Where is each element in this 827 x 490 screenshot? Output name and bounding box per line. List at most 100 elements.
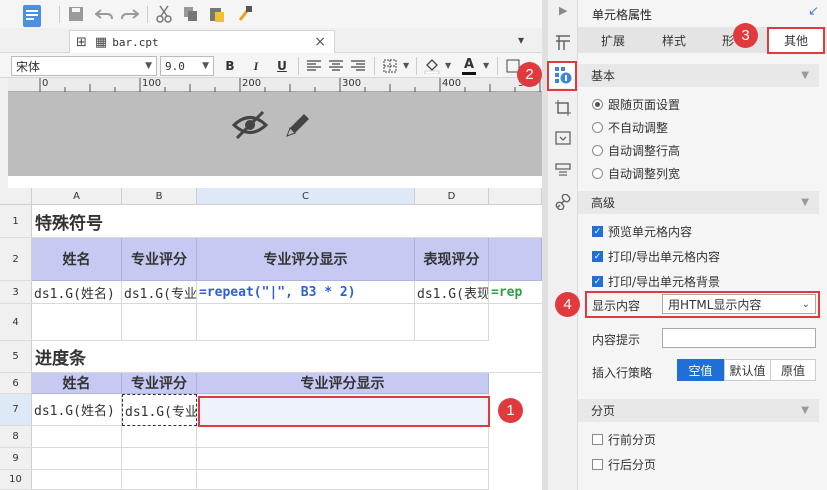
widget-icon[interactable]	[553, 128, 573, 148]
cell-b7[interactable]: ds1.G(专业评分)	[122, 394, 197, 426]
tab-expand[interactable]: 扩展	[601, 32, 625, 49]
cell-d4[interactable]	[415, 304, 489, 341]
cell-a9[interactable]	[32, 448, 122, 470]
cell-c3-formula[interactable]: =repeat("|", B3 * 2)	[197, 281, 415, 304]
content-tip-input[interactable]	[662, 328, 816, 348]
ruler-tick-label: 200	[242, 78, 262, 89]
cell-c4[interactable]	[197, 304, 415, 341]
cell-style-icon[interactable]	[553, 98, 573, 118]
template-icon[interactable]	[20, 3, 44, 29]
underline-button[interactable]: U	[274, 58, 290, 74]
file-tab[interactable]: ⊞ ▦ bar.cpt ×	[69, 30, 335, 53]
chevron-down-icon[interactable]: ▼	[483, 61, 489, 70]
section-advanced[interactable]: 高级 ▼	[578, 191, 819, 214]
cell-b8[interactable]	[122, 426, 197, 448]
section-basic[interactable]: 基本 ▼	[578, 64, 819, 87]
check-page-after[interactable]: 行后分页	[592, 456, 656, 473]
cell-c2-header[interactable]: 专业评分显示	[197, 238, 415, 281]
insert-policy-default[interactable]: 默认值	[724, 359, 771, 381]
font-size-select[interactable]: 9.0 ▼	[160, 56, 214, 76]
cell-a6-header[interactable]: 姓名	[32, 373, 122, 394]
edit-pencil-icon[interactable]	[280, 108, 316, 142]
row-header-2[interactable]: 2	[0, 238, 32, 281]
hyperlink-icon[interactable]	[553, 192, 573, 212]
cell-b4[interactable]	[122, 304, 197, 341]
redo-icon[interactable]	[120, 4, 140, 24]
collapse-arrow-icon[interactable]: ▶	[559, 4, 567, 17]
fill-color-icon[interactable]	[423, 57, 441, 75]
cell-c8[interactable]	[197, 426, 489, 448]
radio-follow-page[interactable]: 跟随页面设置	[592, 96, 680, 113]
check-preview-content[interactable]: ✓ 预览单元格内容	[592, 223, 692, 240]
column-header-b[interactable]: B	[122, 188, 197, 205]
cell-b2-header[interactable]: 专业评分	[122, 238, 197, 281]
undo-icon[interactable]	[94, 4, 114, 24]
row-header-5[interactable]: 5	[0, 341, 32, 373]
condition-icon[interactable]	[553, 160, 573, 180]
cell-b6-header[interactable]: 专业评分	[122, 373, 197, 394]
row-header-6[interactable]: 6	[0, 373, 32, 394]
cell-a5-title[interactable]: 进度条	[32, 341, 542, 373]
row-header-7[interactable]: 7	[0, 394, 32, 426]
tab-style[interactable]: 样式	[662, 32, 686, 49]
format-painter-icon[interactable]	[235, 4, 255, 24]
font-color-button[interactable]: A	[460, 56, 478, 76]
cell-c10[interactable]	[197, 470, 489, 490]
cell-e2-header[interactable]	[489, 238, 542, 281]
column-header-d[interactable]: D	[415, 188, 489, 205]
align-left-icon[interactable]	[306, 58, 322, 74]
cell-a3[interactable]: ds1.G(姓名)	[32, 281, 122, 304]
cell-a1-title[interactable]: 特殊符号	[32, 205, 542, 238]
insert-policy-null[interactable]: 空值	[677, 359, 724, 381]
cell-c9[interactable]	[197, 448, 489, 470]
radio-auto-col-width[interactable]: 自动调整列宽	[592, 165, 680, 182]
cell-a2-header[interactable]: 姓名	[32, 238, 122, 281]
cell-b9[interactable]	[122, 448, 197, 470]
italic-button[interactable]: I	[248, 58, 264, 74]
align-center-icon[interactable]	[328, 58, 344, 74]
cell-a8[interactable]	[32, 426, 122, 448]
cell-e3-formula[interactable]: =rep	[489, 281, 542, 304]
column-header-a[interactable]: A	[32, 188, 122, 205]
check-print-content[interactable]: ✓ 打印/导出单元格内容	[592, 248, 720, 265]
cut-icon[interactable]	[154, 4, 174, 24]
copy-icon[interactable]	[181, 4, 201, 24]
cell-a7[interactable]: ds1.G(姓名)	[32, 394, 122, 426]
check-print-background[interactable]: ✓ 打印/导出单元格背景	[592, 273, 720, 290]
align-right-icon[interactable]	[350, 58, 366, 74]
row-header-9[interactable]: 9	[0, 448, 32, 470]
cell-a10[interactable]	[32, 470, 122, 490]
column-header-e[interactable]	[489, 188, 542, 205]
cell-b3[interactable]: ds1.G(专业评分)	[122, 281, 197, 304]
radio-auto-row-height[interactable]: 自动调整行高	[592, 142, 680, 159]
chevron-down-icon[interactable]: ▼	[445, 61, 451, 70]
corner-cell[interactable]	[0, 188, 32, 205]
report-file-icon: ▦	[94, 34, 108, 50]
column-header-c[interactable]: C	[197, 188, 415, 205]
row-header-3[interactable]: 3	[0, 281, 32, 304]
row-header-1[interactable]: 1	[0, 205, 32, 238]
cell-element-icon[interactable]	[553, 33, 573, 53]
paste-icon[interactable]	[207, 4, 227, 24]
insert-policy-original[interactable]: 原值	[771, 359, 816, 381]
tab-menu-icon[interactable]: ▾	[518, 33, 524, 47]
chevron-down-icon[interactable]: ▼	[403, 61, 409, 70]
cell-d3[interactable]: ds1.G(表现评分)	[415, 281, 489, 304]
check-page-before[interactable]: 行前分页	[592, 431, 656, 448]
bold-button[interactable]: B	[222, 58, 238, 74]
cell-b10[interactable]	[122, 470, 197, 490]
section-paging[interactable]: 分页 ▼	[578, 399, 819, 422]
border-icon[interactable]	[382, 58, 398, 74]
close-tab-icon[interactable]: ×	[314, 34, 326, 50]
row-header-4[interactable]: 4	[0, 304, 32, 341]
cell-c6-header[interactable]: 专业评分显示	[197, 373, 489, 394]
font-name-select[interactable]: 宋体 ▼	[11, 56, 157, 76]
cell-a4[interactable]	[32, 304, 122, 341]
row-header-8[interactable]: 8	[0, 426, 32, 448]
expand-arrow-icon[interactable]: ↙	[808, 4, 819, 19]
radio-no-auto[interactable]: 不自动调整	[592, 119, 668, 136]
eye-off-icon[interactable]	[230, 108, 270, 142]
row-header-10[interactable]: 10	[0, 470, 32, 490]
cell-d2-header[interactable]: 表现评分	[415, 238, 489, 281]
save-icon[interactable]	[66, 4, 86, 24]
